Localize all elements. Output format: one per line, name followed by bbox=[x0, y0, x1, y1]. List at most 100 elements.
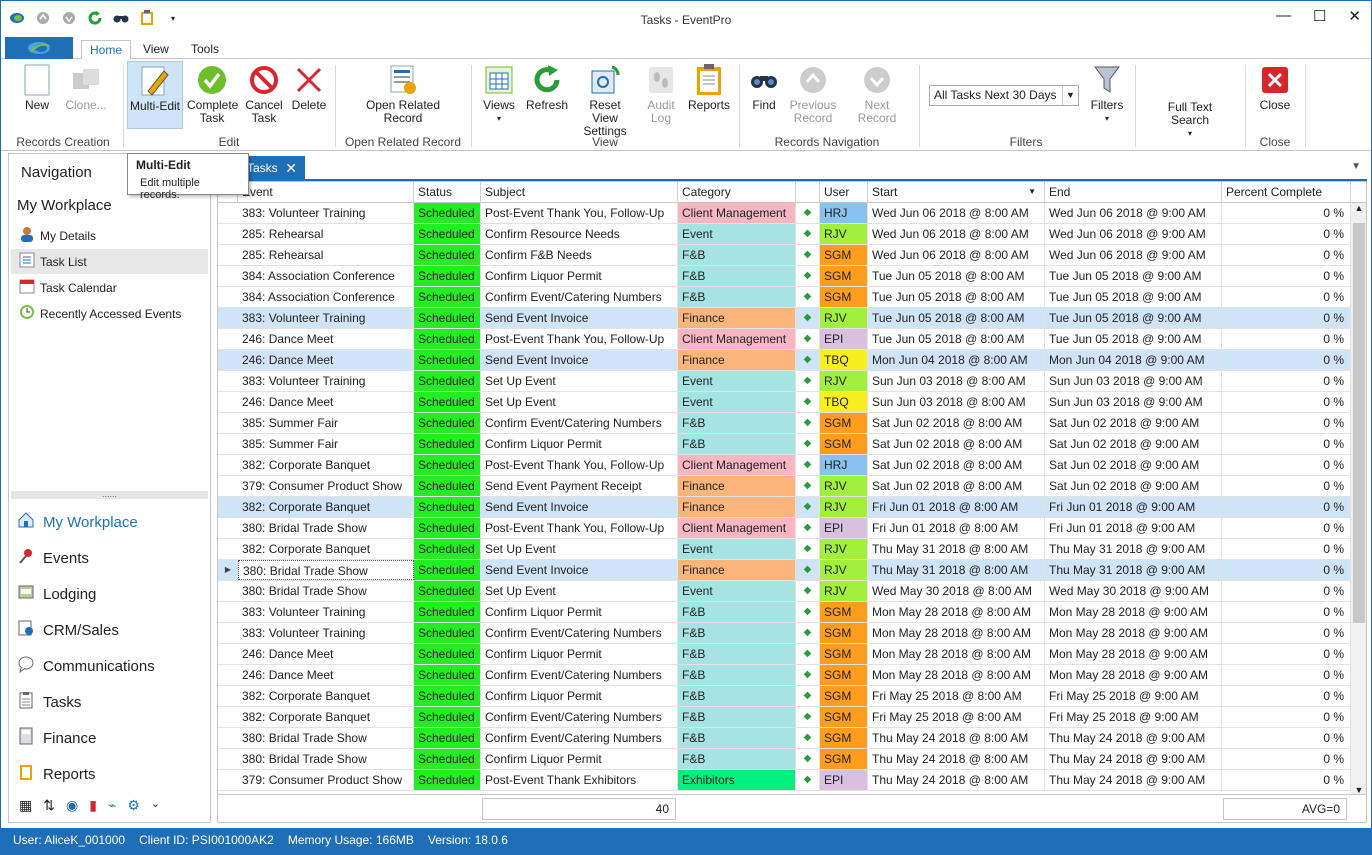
venue-icon[interactable]: ▦ bbox=[19, 797, 32, 814]
cell-subject[interactable]: Confirm Event/Catering Numbers bbox=[481, 287, 678, 307]
nav-item-task-calendar[interactable]: Task Calendar bbox=[11, 275, 208, 300]
cell-end[interactable]: Tue Jun 05 2018 @ 9:00 AM bbox=[1045, 287, 1222, 307]
row-indicator[interactable] bbox=[218, 728, 238, 748]
cell-start[interactable]: Mon May 28 2018 @ 8:00 AM bbox=[868, 644, 1045, 664]
cell-start[interactable]: Wed May 30 2018 @ 8:00 AM bbox=[868, 581, 1045, 601]
row-indicator[interactable] bbox=[218, 518, 238, 538]
table-row[interactable]: 246: Dance Meet Scheduled Send Event Invoi… bbox=[218, 350, 1366, 371]
cell-category[interactable]: Client Management bbox=[678, 518, 796, 538]
cell-subject[interactable]: Post-Event Thank You, Follow-Up bbox=[481, 203, 678, 223]
minimize-button[interactable]: — bbox=[1276, 7, 1291, 25]
cell-category[interactable]: F&B bbox=[678, 623, 796, 643]
find-button[interactable]: Find bbox=[747, 63, 781, 112]
cell-end[interactable]: Mon Jun 04 2018 @ 9:00 AM bbox=[1045, 350, 1222, 370]
cell-start[interactable]: Fri May 25 2018 @ 8:00 AM bbox=[868, 686, 1045, 706]
cell-subject[interactable]: Post-Event Thank You, Follow-Up bbox=[481, 329, 678, 349]
row-indicator[interactable] bbox=[218, 686, 238, 706]
cell-event[interactable]: 383: Volunteer Training bbox=[238, 602, 414, 622]
column-header-percent[interactable]: Percent Complete bbox=[1222, 182, 1351, 203]
cell-percent[interactable]: 0 % bbox=[1222, 728, 1351, 748]
row-indicator[interactable] bbox=[218, 602, 238, 622]
cell-category[interactable]: Event bbox=[678, 224, 796, 244]
cell-subject[interactable]: Confirm Liquor Permit bbox=[481, 749, 678, 769]
cell-status[interactable]: Scheduled bbox=[414, 224, 481, 244]
cell-category[interactable]: F&B bbox=[678, 287, 796, 307]
cell-status[interactable]: Scheduled bbox=[414, 539, 481, 559]
nav-item-recently-accessed-events[interactable]: Recently Accessed Events bbox=[11, 301, 208, 326]
row-indicator[interactable] bbox=[218, 749, 238, 769]
cell-event[interactable]: 382: Corporate Banquet bbox=[238, 455, 414, 475]
close-window-button[interactable]: ✕ bbox=[1348, 7, 1361, 25]
cell-user[interactable]: HRJ bbox=[820, 203, 868, 223]
scrollbar-thumb[interactable] bbox=[1353, 223, 1365, 623]
cell-event[interactable]: 246: Dance Meet bbox=[238, 665, 414, 685]
cell-end[interactable]: Tue Jun 05 2018 @ 9:00 AM bbox=[1045, 266, 1222, 286]
cell-user[interactable]: SGM bbox=[820, 266, 868, 286]
cell-event[interactable]: 385: Summer Fair bbox=[238, 434, 414, 454]
cell-status[interactable]: Scheduled bbox=[414, 434, 481, 454]
module-reports[interactable]: Reports bbox=[17, 763, 96, 785]
table-row[interactable]: ▶ 380: Bridal Trade Show Scheduled Send Eve… bbox=[218, 560, 1366, 581]
cell-end[interactable]: Wed Jun 06 2018 @ 9:00 AM bbox=[1045, 224, 1222, 244]
bar-chart-icon[interactable]: ▮ bbox=[89, 797, 97, 814]
cell-end[interactable]: Mon May 28 2018 @ 9:00 AM bbox=[1045, 602, 1222, 622]
cell-percent[interactable]: 0 % bbox=[1222, 581, 1351, 601]
cell-end[interactable]: Wed May 30 2018 @ 9:00 AM bbox=[1045, 581, 1222, 601]
reports-button[interactable]: Reports bbox=[687, 63, 731, 112]
cell-user[interactable]: RJV bbox=[820, 560, 868, 580]
cell-start[interactable]: Thu May 24 2018 @ 8:00 AM bbox=[868, 749, 1045, 769]
cell-status[interactable]: Scheduled bbox=[414, 329, 481, 349]
cell-status[interactable]: Scheduled bbox=[414, 665, 481, 685]
cell-category[interactable]: Finance bbox=[678, 476, 796, 496]
cell-status[interactable]: Scheduled bbox=[414, 350, 481, 370]
cell-start[interactable]: Tue Jun 05 2018 @ 8:00 AM bbox=[868, 287, 1045, 307]
cell-percent[interactable]: 0 % bbox=[1222, 287, 1351, 307]
cell-percent[interactable]: 0 % bbox=[1222, 749, 1351, 769]
cell-percent[interactable]: 0 % bbox=[1222, 623, 1351, 643]
cell-end[interactable]: Thu May 24 2018 @ 9:00 AM bbox=[1045, 728, 1222, 748]
cell-category[interactable]: F&B bbox=[678, 728, 796, 748]
row-indicator[interactable] bbox=[218, 266, 238, 286]
cell-category[interactable]: Client Management bbox=[678, 455, 796, 475]
cell-start[interactable]: Tue Jun 05 2018 @ 8:00 AM bbox=[868, 308, 1045, 328]
module-tasks[interactable]: Tasks bbox=[17, 691, 81, 713]
cell-percent[interactable]: 0 % bbox=[1222, 392, 1351, 412]
cell-category[interactable]: F&B bbox=[678, 245, 796, 265]
cell-event[interactable]: 382: Corporate Banquet bbox=[238, 707, 414, 727]
reset-view-settings-button[interactable]: Reset View Settings bbox=[575, 63, 635, 138]
cell-user[interactable]: SGM bbox=[820, 287, 868, 307]
cell-start[interactable]: Fri May 25 2018 @ 8:00 AM bbox=[868, 707, 1045, 727]
row-indicator[interactable] bbox=[218, 392, 238, 412]
cell-user[interactable]: SGM bbox=[820, 686, 868, 706]
cell-subject[interactable]: Set Up Event bbox=[481, 371, 678, 391]
cell-subject[interactable]: Send Event Invoice bbox=[481, 350, 678, 370]
cell-percent[interactable]: 0 % bbox=[1222, 455, 1351, 475]
full-text-search-button[interactable]: Full Text Search ▾ bbox=[1157, 101, 1223, 140]
cell-category[interactable]: Exhibitors bbox=[678, 770, 796, 790]
cell-event[interactable]: 385: Summer Fair bbox=[238, 413, 414, 433]
cell-start[interactable]: Sat Jun 02 2018 @ 8:00 AM bbox=[868, 476, 1045, 496]
cell-subject[interactable]: Confirm Event/Catering Numbers bbox=[481, 665, 678, 685]
cell-end[interactable]: Mon May 28 2018 @ 9:00 AM bbox=[1045, 644, 1222, 664]
cell-subject[interactable]: Post-Event Thank Exhibitors bbox=[481, 770, 678, 790]
table-row[interactable]: 382: Corporate Banquet Scheduled Set Up Ev… bbox=[218, 539, 1366, 560]
cell-status[interactable]: Scheduled bbox=[414, 413, 481, 433]
cell-category[interactable]: Event bbox=[678, 392, 796, 412]
table-row[interactable]: 246: Dance Meet Scheduled Set Up Event Even… bbox=[218, 392, 1366, 413]
cell-subject[interactable]: Confirm Event/Catering Numbers bbox=[481, 413, 678, 433]
refresh-button[interactable]: Refresh bbox=[525, 63, 569, 112]
cell-status[interactable]: Scheduled bbox=[414, 497, 481, 517]
cell-percent[interactable]: 0 % bbox=[1222, 665, 1351, 685]
cell-end[interactable]: Thu May 31 2018 @ 9:00 AM bbox=[1045, 560, 1222, 580]
cell-event[interactable]: 380: Bridal Trade Show bbox=[238, 581, 414, 601]
column-header-event[interactable]: Event bbox=[238, 182, 414, 203]
globe-icon[interactable]: ◉ bbox=[66, 797, 78, 814]
cell-start[interactable]: Mon May 28 2018 @ 8:00 AM bbox=[868, 602, 1045, 622]
cell-category[interactable]: Finance bbox=[678, 560, 796, 580]
cell-status[interactable]: Scheduled bbox=[414, 770, 481, 790]
gear-icon[interactable]: ⚙ bbox=[127, 797, 140, 814]
cell-percent[interactable]: 0 % bbox=[1222, 602, 1351, 622]
cell-subject[interactable]: Confirm Liquor Permit bbox=[481, 602, 678, 622]
row-indicator[interactable] bbox=[218, 245, 238, 265]
cell-end[interactable]: Sun Jun 03 2018 @ 9:00 AM bbox=[1045, 371, 1222, 391]
